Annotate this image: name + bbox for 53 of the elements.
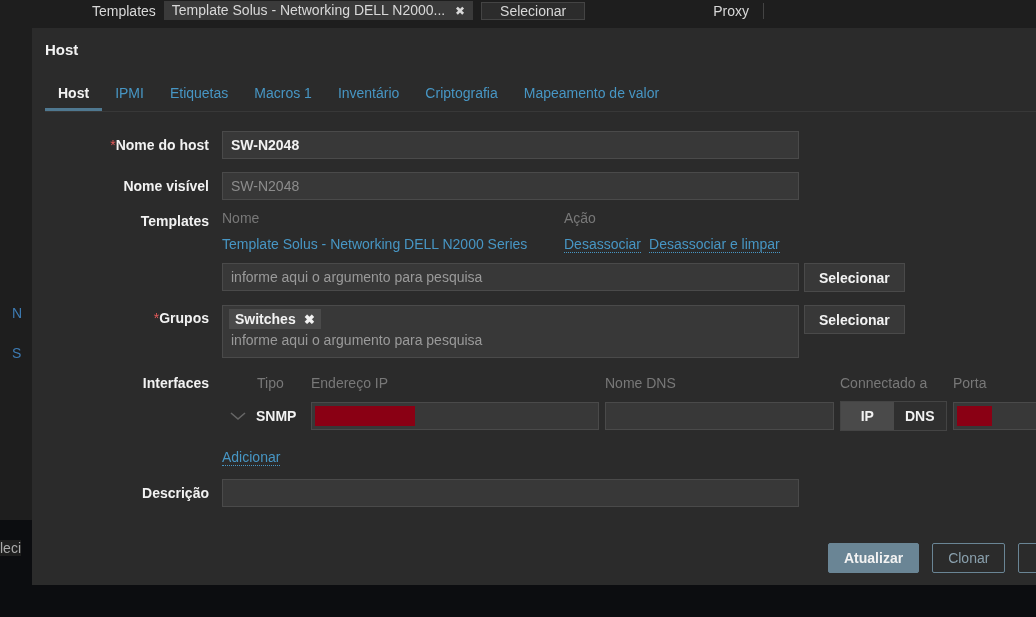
field-label: Grupos xyxy=(159,310,209,326)
toggle-option[interactable]: DNS xyxy=(893,402,946,430)
required-mark: * xyxy=(153,310,160,326)
tab[interactable]: Etiquetas xyxy=(156,79,242,111)
column-header: Tipo xyxy=(257,375,284,391)
column-header: Ação xyxy=(564,210,596,226)
action-link[interactable]: Desassociar xyxy=(564,236,642,253)
column-header: Connectado a xyxy=(840,375,929,391)
tab[interactable]: Inventário xyxy=(324,79,413,111)
table-cell: S xyxy=(12,345,22,361)
tab[interactable]: IPMI xyxy=(102,79,157,111)
search-field[interactable]: informe aqui o argumento para pesquisa xyxy=(222,263,799,291)
description-field[interactable] xyxy=(222,479,799,507)
field-label: Nome do host xyxy=(115,137,209,153)
table-cell: N xyxy=(12,305,23,321)
templates-label: Templates xyxy=(92,3,156,19)
field-label: Interfaces xyxy=(142,375,209,391)
interface-type: SNMP xyxy=(256,408,297,424)
template-link[interactable]: Template Solus - Networking DELL N2000 Series xyxy=(222,236,556,253)
template-tag: Template Solus - Networking DELL N2000... ✖ xyxy=(163,1,474,20)
remove-icon[interactable]: ✖ xyxy=(455,4,466,18)
footer-text: leci xyxy=(0,540,21,556)
group-field[interactable]: Switches ✖ informe aqui o argumento para pesquisa xyxy=(222,305,799,358)
field-label: Nome visível xyxy=(123,178,209,194)
select-button[interactable]: Selecionar xyxy=(804,263,905,292)
text-field[interactable]: SW-N2048 xyxy=(222,172,799,200)
remove-icon[interactable]: ✖ xyxy=(303,312,315,327)
tab[interactable]: Mapeamento de valor xyxy=(510,79,673,111)
tab[interactable]: Macros 1 xyxy=(241,79,325,111)
tab[interactable]: Criptografia xyxy=(412,79,511,111)
field-label: Templates xyxy=(140,213,209,229)
search-field[interactable]: informe aqui o argumento para pesquisa xyxy=(229,331,733,349)
column-header: Nome xyxy=(222,210,261,226)
update-button[interactable]: Atualizar xyxy=(828,543,920,573)
column-header: Endereço IP xyxy=(311,375,390,391)
tab[interactable]: Host xyxy=(45,79,103,111)
toggle-option[interactable]: IP xyxy=(841,402,894,430)
proxy-label: Proxy xyxy=(713,3,765,19)
select-button[interactable]: Selecionar xyxy=(481,2,586,20)
text-field[interactable]: SW-N2048 xyxy=(222,131,799,159)
dialog-title: Host xyxy=(45,41,80,59)
group-tag: Switches ✖ xyxy=(229,309,321,329)
field-label: Descrição xyxy=(142,485,209,501)
clone-button[interactable]: Clonar xyxy=(932,543,1006,573)
chevron-icon[interactable] xyxy=(230,411,246,421)
column-header: Porta xyxy=(953,375,988,391)
ip-field[interactable] xyxy=(311,402,599,430)
select-button[interactable]: Selecionar xyxy=(804,305,905,334)
dns-field[interactable] xyxy=(605,402,834,430)
action-link[interactable]: Desassociar e limpar xyxy=(649,236,780,253)
add-link[interactable]: Adicionar xyxy=(222,449,281,466)
column-header: Nome DNS xyxy=(605,375,677,391)
required-mark: * xyxy=(110,137,116,153)
